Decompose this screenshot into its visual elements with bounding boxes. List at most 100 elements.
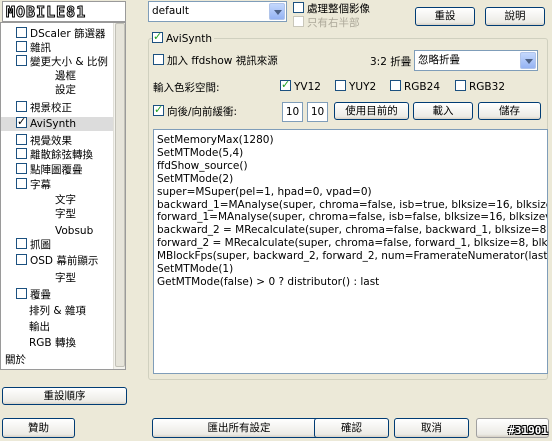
tree-item[interactable]: 設定 (1, 83, 125, 97)
tree-item-label: Vobsub (55, 225, 94, 237)
right-half-checkbox (293, 16, 304, 27)
tree-item-label: 視景校正 (30, 102, 72, 114)
tree-item[interactable]: RGB 轉換 (1, 336, 125, 350)
reset-button[interactable]: 重設 (415, 7, 475, 26)
logo-text: MOBILE81 (5, 3, 87, 22)
tree-item[interactable]: 輸出 (1, 320, 125, 334)
tree-item-label: 排列 & 雜項 (29, 305, 86, 317)
script-line: forward_2 = MRecalculate(super, chroma=f… (157, 237, 548, 250)
script-line: backward_1=MAnalyse(super, chroma=false,… (157, 198, 548, 211)
script-line: MBlockFps(super, backward_2, forward_2, … (157, 250, 548, 263)
tree-item[interactable]: 文字 (1, 193, 125, 207)
reset-order-button[interactable]: 重設順序 (2, 387, 127, 405)
tree-item-checkbox[interactable] (16, 254, 27, 265)
tree-item-checkbox[interactable] (16, 178, 27, 189)
tree-item-checkbox[interactable] (16, 288, 27, 299)
colorspace-checkbox[interactable] (335, 80, 346, 91)
tree-item[interactable]: 視覺效果 (1, 134, 125, 148)
tree-item[interactable]: 字型 (1, 207, 125, 221)
tree-item-checkbox[interactable] (16, 163, 27, 174)
tree-item[interactable]: 抓圖 (1, 238, 125, 252)
buffer-back-field[interactable]: 10 (282, 102, 303, 122)
script-editor[interactable]: SetMemoryMax(1280) SetMTMode(5,4) ffdShow_… (153, 129, 548, 374)
app-logo: MOBILE81 (2, 1, 126, 22)
tree-scrollbar[interactable] (113, 23, 125, 369)
help-button[interactable]: 說明 (485, 7, 545, 26)
tree-item[interactable]: 離散餘弦轉換 (1, 148, 125, 162)
tree-item-label: 視覺效果 (30, 135, 72, 147)
tree-item-label: 設定 (55, 84, 76, 96)
tree-item[interactable]: 變更大小 & 比例 (1, 55, 125, 69)
tree-item[interactable]: OSD 幕前顯示 (1, 254, 125, 268)
buffer-option[interactable]: 向後/向前緩衝: (153, 103, 237, 119)
add-source-checkbox[interactable] (153, 54, 164, 65)
colorspace-option[interactable]: RGB32 (455, 80, 505, 93)
colorspace-option[interactable]: RGB24 (390, 80, 440, 93)
tree-item-checkbox[interactable] (16, 101, 27, 112)
ok-button[interactable]: 確認 (314, 418, 389, 438)
colorspace-checkbox[interactable] (390, 80, 401, 91)
tree-item[interactable]: 雜訊 (1, 41, 125, 55)
tree-item-checkbox[interactable] (16, 27, 27, 38)
colorspace-option[interactable]: YUY2 (335, 80, 376, 93)
tree-item-label: DScaler 篩選器 (30, 28, 106, 40)
preset-dropdown-icon[interactable] (269, 3, 285, 20)
avisynth-enable[interactable]: AviSynth (152, 30, 215, 45)
colorspace-label: RGB32 (469, 81, 505, 93)
tree-item-checkbox[interactable] (16, 148, 27, 159)
tree-item[interactable]: Vobsub (1, 224, 125, 238)
colorspace-checkbox[interactable] (280, 78, 291, 91)
buffer-checkbox[interactable] (153, 103, 164, 116)
right-half-label: 只有右半部 (307, 17, 360, 29)
avisynth-title: AviSynth (166, 33, 213, 45)
donate-button[interactable]: 贊助 (2, 418, 75, 438)
export-all-button[interactable]: 匯出所有設定 (152, 418, 326, 438)
tree-item-label: 離散餘弦轉換 (30, 149, 93, 161)
add-source-option[interactable]: 加入 ffdshow 視訊來源 (153, 53, 278, 68)
tree-item-checkbox[interactable] (16, 115, 27, 129)
cancel-button[interactable]: 取消 (394, 418, 469, 438)
tree-item-label: 文字 (55, 194, 76, 206)
script-line: SetMTMode(5,4) (157, 146, 244, 159)
tree-item[interactable]: 點陣圖覆疊 (1, 163, 125, 177)
tree-item[interactable]: 邊框 (1, 69, 125, 83)
colorspace-checkbox[interactable] (455, 80, 466, 91)
tree-item-label: 字型 (55, 208, 76, 220)
pulldown-dropdown-icon[interactable] (520, 52, 536, 69)
process-whole-checkbox[interactable] (293, 2, 304, 13)
script-line: super=MSuper(pel=1, hpad=0, vpad=0) (157, 185, 372, 198)
script-line: SetMTMode(1) (157, 263, 234, 275)
tree-item-checkbox[interactable] (16, 134, 27, 145)
load-button[interactable]: 載入 (413, 102, 473, 120)
tree-item-label: 覆疊 (30, 289, 51, 301)
tree-item[interactable]: 視景校正 (1, 101, 125, 115)
buffer-forward-field[interactable]: 10 (307, 102, 328, 122)
process-whole-option[interactable]: 處理整個影像 (293, 1, 370, 16)
tree-item[interactable]: 排列 & 雜項 (1, 304, 125, 318)
filter-tree[interactable]: DScaler 篩選器雜訊變更大小 & 比例邊框設定視景校正 AviSynth 視覺… (0, 22, 126, 370)
tree-item-label: 字型 (55, 272, 76, 284)
process-whole-label: 處理整個影像 (307, 3, 370, 15)
tree-item-checkbox[interactable] (16, 55, 27, 66)
pulldown-combo[interactable]: 忽略折疊 (414, 50, 538, 71)
preset-combo[interactable]: default (148, 1, 287, 22)
tree-item[interactable]: AviSynth (1, 115, 125, 131)
tree-item-label: 輸出 (29, 321, 50, 333)
tree-item-checkbox[interactable] (16, 238, 27, 249)
tree-item[interactable]: 關於 (1, 353, 125, 367)
tree-item-label: 雜訊 (30, 42, 51, 54)
save-button[interactable]: 儲存 (478, 102, 541, 120)
tree-item[interactable]: 字型 (1, 271, 125, 285)
tree-item-checkbox[interactable] (16, 41, 27, 52)
tree-item[interactable]: 覆疊 (1, 288, 125, 302)
colorspace-option[interactable]: YV12 (280, 78, 321, 93)
tree-item[interactable]: DScaler 篩選器 (1, 27, 125, 41)
avisynth-checkbox[interactable] (152, 30, 163, 43)
pulldown-value: 忽略折疊 (418, 54, 460, 66)
tree-scroll-thumb[interactable] (115, 23, 125, 367)
use-current-button[interactable]: 使用目前的 (334, 102, 409, 120)
watermark: #31901 (508, 424, 548, 437)
input-colorspace-label: 輸入色彩空間: (153, 82, 220, 94)
tree-item[interactable]: 字幕 (1, 178, 125, 192)
tree-item-label: AviSynth (30, 118, 77, 130)
